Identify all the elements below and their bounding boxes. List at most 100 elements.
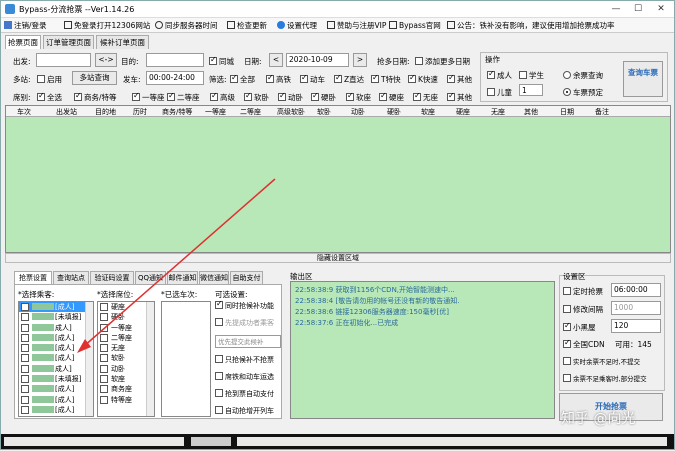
date-input[interactable]: 2020-10-09: [286, 53, 349, 67]
passenger-item[interactable]: [成人]: [19, 302, 93, 313]
train-results-grid[interactable]: 车次 出发站 目的地 历时 商务/特等 一等座 二等座 高级软卧 软卧 动卧 硬卧 软座 硬座 无座 其他 日…: [5, 105, 671, 253]
passenger-checkbox[interactable]: [21, 323, 29, 332]
partial-submit2-checkbox[interactable]: 余票不足乘客时,部分提交: [563, 373, 647, 383]
passenger-item[interactable]: [未填报]: [19, 312, 93, 322]
option-checkbox[interactable]: 抢到票自动支付: [215, 389, 281, 406]
passenger-item[interactable]: [成人]: [19, 395, 93, 405]
seat-checkbox[interactable]: [100, 395, 108, 404]
tab-booking[interactable]: 抢票页面: [5, 35, 41, 49]
child-checkbox[interactable]: 儿童: [487, 87, 512, 98]
settings-tab[interactable]: 自助支付: [230, 271, 263, 284]
settings-tab[interactable]: 查询站点: [53, 271, 89, 284]
passenger-list[interactable]: [成人] [未填报] 成人] [成人] [成人] [成人] 成人] [未填报] [成人] [成人]…: [18, 301, 94, 417]
settings-tab[interactable]: 微信通知: [199, 271, 229, 284]
filter-z[interactable]: Z直达: [334, 73, 364, 85]
grid-header-cell[interactable]: 二等座: [240, 107, 261, 117]
passenger-checkbox[interactable]: [21, 364, 29, 373]
train-book-radio[interactable]: 车票预定: [563, 87, 603, 98]
toolbar-vip-button[interactable]: 赞助与注册VIP: [327, 20, 386, 31]
timer-input[interactable]: 06:00:00: [611, 283, 661, 297]
option-checkbox[interactable]: 只抢候补不抢票: [215, 355, 281, 372]
filter-all[interactable]: 全部: [230, 73, 255, 85]
seat-highsoft[interactable]: 高级: [210, 91, 235, 103]
filter-other[interactable]: 其他: [447, 73, 472, 85]
grid-header-cell[interactable]: 日期: [560, 107, 574, 117]
passenger-item[interactable]: [未填报]: [19, 415, 93, 417]
seat-softsleeper[interactable]: 软卧: [244, 91, 269, 103]
toolbar-update-button[interactable]: 检查更新: [227, 20, 267, 31]
same-city-checkbox[interactable]: 同城: [209, 55, 234, 67]
grid-header-cell[interactable]: 硬卧: [387, 107, 401, 117]
maximize-button[interactable]: ☐: [628, 3, 648, 16]
partial-submit-checkbox[interactable]: 实时余票不足时,不提交: [563, 356, 640, 366]
passenger-checkbox[interactable]: [21, 333, 29, 342]
passenger-item[interactable]: [未填报]: [19, 374, 93, 384]
tab-waitlist[interactable]: 候补订单页面: [96, 35, 149, 49]
option-checkbox[interactable]: 席铁和动车运选: [215, 372, 281, 389]
interval-input[interactable]: 1000: [611, 301, 661, 315]
settings-tab[interactable]: 抢票设置: [14, 271, 52, 284]
seat-select-list[interactable]: 硬座 硬卧 一等座 二等座 无座 软卧 动卧 软座 商务座 特等座: [97, 301, 155, 417]
option-checkbox[interactable]: 同时抢候补功能: [215, 299, 281, 318]
seat-other[interactable]: 其他: [447, 91, 472, 103]
grid-header-cell[interactable]: 一等座: [205, 107, 226, 117]
minimize-button[interactable]: —: [606, 3, 626, 16]
filter-dongche[interactable]: 动车: [300, 73, 325, 85]
grid-header-cell[interactable]: 动卧: [351, 107, 365, 117]
passenger-item[interactable]: [成人]: [19, 343, 93, 353]
grid-header-cell[interactable]: 软卧: [317, 107, 331, 117]
filter-k[interactable]: K快速: [408, 73, 438, 85]
passenger-item[interactable]: [成人]: [19, 384, 93, 394]
date-prev-button[interactable]: <: [269, 53, 283, 67]
filter-gaotie[interactable]: 高铁: [266, 73, 291, 85]
settings-tab[interactable]: 邮件通知: [167, 271, 198, 284]
seat-first[interactable]: 一等座: [132, 91, 165, 103]
swap-stations-button[interactable]: <->: [95, 53, 117, 67]
grid-header-cell[interactable]: 其他: [524, 107, 538, 117]
seat-all[interactable]: 全选: [37, 91, 62, 103]
passenger-checkbox[interactable]: [21, 344, 29, 353]
seat-checkbox[interactable]: [100, 364, 108, 373]
date-next-button[interactable]: >: [353, 53, 367, 67]
grid-header-cell[interactable]: 车次: [17, 107, 31, 117]
tab-orders[interactable]: 订单管理页面: [43, 35, 94, 49]
grid-header-cell[interactable]: 出发站: [56, 107, 77, 117]
toolbar-proxy-button[interactable]: 设置代理: [277, 20, 317, 31]
passenger-checkbox[interactable]: [21, 405, 29, 414]
passenger-checkbox[interactable]: [21, 303, 29, 311]
seat-checkbox[interactable]: [100, 375, 108, 384]
seat-checkbox[interactable]: [100, 333, 108, 342]
seat-checkbox[interactable]: [100, 385, 108, 394]
grid-header-cell[interactable]: 高级软卧: [277, 107, 305, 117]
close-button[interactable]: ✕: [651, 3, 671, 16]
seat-checkbox[interactable]: [100, 344, 108, 353]
seat-checkbox[interactable]: [100, 354, 108, 363]
interval-checkbox[interactable]: 修改间隔: [563, 304, 603, 315]
grid-header-cell[interactable]: 目的地: [95, 107, 116, 117]
passenger-checkbox[interactable]: [21, 313, 29, 322]
grid-header-cell[interactable]: 硬座: [456, 107, 470, 117]
query-button[interactable]: 查询车票: [623, 61, 663, 97]
multi-query-button[interactable]: 多站查询: [72, 71, 117, 85]
timer-checkbox[interactable]: 定时抢票: [563, 286, 603, 297]
passenger-scrollbar[interactable]: [85, 302, 93, 416]
from-input[interactable]: [36, 53, 91, 67]
blackroom-input[interactable]: 120: [611, 319, 661, 333]
waitlist-priority-dropdown[interactable]: 优先提交此候补: [215, 335, 281, 348]
grid-header-cell[interactable]: 历时: [133, 107, 147, 117]
seat-hardsleeper[interactable]: 硬卧: [311, 91, 336, 103]
toolbar-login-button[interactable]: 注销/登录: [4, 20, 47, 31]
passenger-checkbox[interactable]: [21, 416, 29, 417]
cdn-checkbox[interactable]: 全国CDN: [563, 338, 605, 350]
to-input[interactable]: [146, 53, 204, 67]
child-count-input[interactable]: 1: [519, 84, 543, 96]
seat-hardseat[interactable]: 硬座: [379, 91, 404, 103]
multi-enable-checkbox[interactable]: 启用: [37, 74, 62, 85]
depart-time-select[interactable]: 00:00-24:00: [146, 71, 204, 85]
selected-trains-list[interactable]: [161, 301, 211, 417]
remain-query-radio[interactable]: 余票查询: [563, 70, 603, 81]
passenger-item[interactable]: [成人]: [19, 333, 93, 343]
passenger-checkbox[interactable]: [21, 385, 29, 394]
seat-dongwo[interactable]: 动卧: [278, 91, 303, 103]
grid-header-cell[interactable]: 软座: [421, 107, 435, 117]
